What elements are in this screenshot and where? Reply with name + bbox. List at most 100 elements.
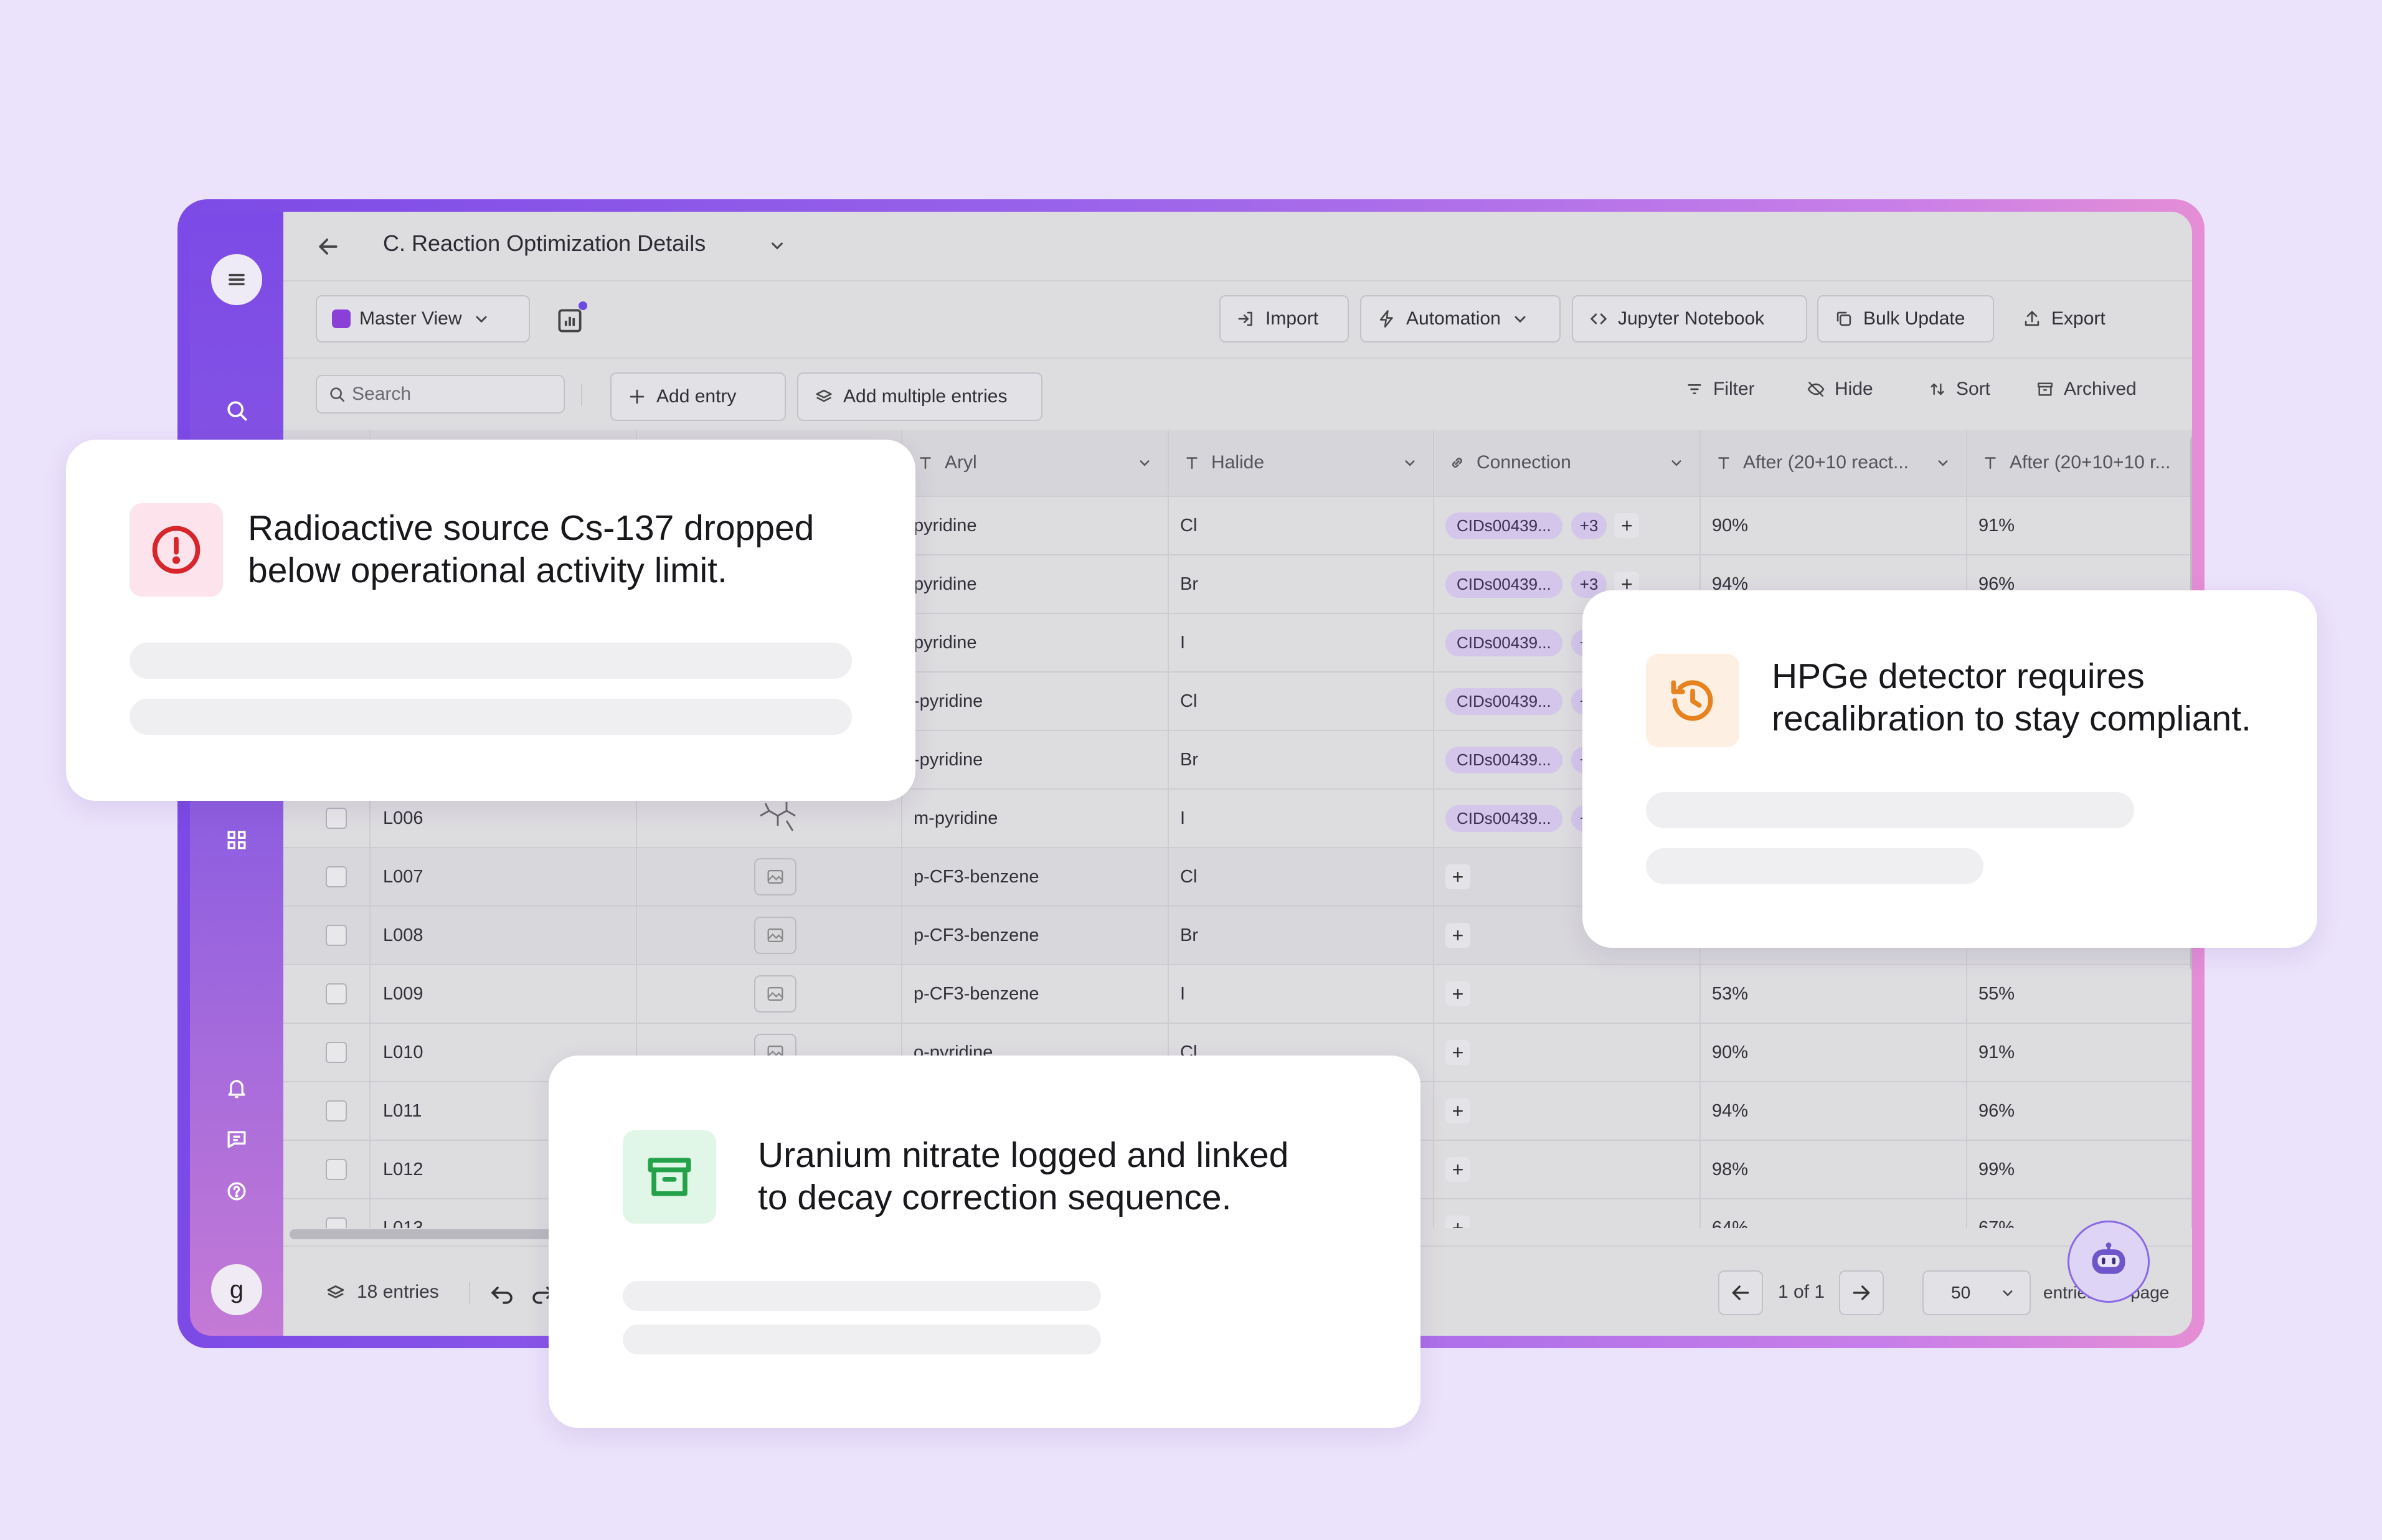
chevron-down-icon[interactable] bbox=[766, 234, 788, 257]
previous-page-button[interactable] bbox=[1718, 1270, 1763, 1315]
add-multiple-entries-button[interactable]: Add multiple entries bbox=[797, 372, 1042, 421]
connection-chip[interactable]: CIDs00439... bbox=[1445, 512, 1562, 539]
archived-button[interactable]: Archived bbox=[2035, 379, 2137, 400]
structure-cell[interactable] bbox=[637, 848, 902, 907]
row-checkbox[interactable] bbox=[326, 1042, 347, 1063]
export-button[interactable]: Export bbox=[2005, 295, 2136, 342]
connection-cell[interactable]: + bbox=[1434, 1024, 1701, 1082]
column-header-halide[interactable]: Halide bbox=[1169, 430, 1434, 497]
help-button[interactable] bbox=[211, 1166, 262, 1217]
connection-chip[interactable]: CIDs00439... bbox=[1445, 687, 1562, 715]
sidebar-search-button[interactable] bbox=[211, 385, 262, 436]
table-cell-aryl[interactable]: p-CF3-benzene bbox=[902, 907, 1169, 965]
notification-card-archive[interactable]: Uranium nitrate logged and linked to dec… bbox=[549, 1056, 1420, 1428]
table-cell-halide[interactable]: Br bbox=[1169, 907, 1434, 965]
connection-chip[interactable]: CIDs00439... bbox=[1445, 805, 1562, 832]
table-cell-after2[interactable]: 91% bbox=[1967, 497, 2192, 555]
messages-button[interactable] bbox=[211, 1113, 262, 1164]
sidebar-apps-button[interactable] bbox=[211, 815, 262, 866]
table-cell-aryl[interactable]: pyridine bbox=[902, 614, 1169, 673]
add-connection-button[interactable]: + bbox=[1445, 1098, 1470, 1123]
row-checkbox[interactable] bbox=[326, 808, 347, 829]
table-cell-after2[interactable]: 99% bbox=[1967, 1141, 2192, 1199]
add-connection-button[interactable]: + bbox=[1445, 981, 1470, 1006]
add-connection-button[interactable]: + bbox=[1445, 1157, 1470, 1182]
image-placeholder[interactable] bbox=[754, 975, 796, 1013]
search-input[interactable]: Search bbox=[316, 375, 565, 413]
row-checkbox[interactable] bbox=[326, 866, 347, 887]
table-cell-halide[interactable]: Br bbox=[1169, 555, 1434, 614]
image-placeholder[interactable] bbox=[754, 917, 796, 954]
add-connection-button[interactable]: + bbox=[1445, 1040, 1470, 1065]
jupyter-notebook-button[interactable]: Jupyter Notebook bbox=[1572, 295, 1807, 342]
hide-button[interactable]: Hide bbox=[1806, 379, 1873, 400]
add-connection-button[interactable]: + bbox=[1614, 513, 1640, 538]
table-cell-aryl[interactable]: pyridine bbox=[902, 497, 1169, 555]
more-connections-chip[interactable]: +3 bbox=[1571, 512, 1607, 539]
notification-card-alert[interactable]: Radioactive source Cs-137 dropped below … bbox=[66, 440, 915, 801]
table-cell-halide[interactable]: I bbox=[1169, 965, 1434, 1024]
table-cell-after1[interactable]: 90% bbox=[1701, 1024, 1967, 1082]
add-entry-button[interactable]: Add entry bbox=[610, 372, 786, 421]
connection-cell[interactable]: + bbox=[1434, 1199, 1701, 1228]
add-connection-button[interactable]: + bbox=[1445, 923, 1470, 948]
connection-cell[interactable]: CIDs00439... +3 + bbox=[1434, 497, 1701, 555]
structure-cell[interactable] bbox=[637, 965, 902, 1024]
table-cell-aryl[interactable]: p-CF3-benzene bbox=[902, 848, 1169, 907]
table-cell-aryl[interactable]: pyridine bbox=[902, 555, 1169, 614]
row-checkbox[interactable] bbox=[326, 1159, 347, 1180]
connection-cell[interactable]: + bbox=[1434, 1082, 1701, 1141]
connection-chip[interactable]: CIDs00439... bbox=[1445, 629, 1562, 656]
table-cell-id[interactable]: L009 bbox=[371, 965, 637, 1024]
row-checkbox[interactable] bbox=[326, 1217, 347, 1228]
automation-button[interactable]: Automation bbox=[1360, 295, 1561, 342]
table-cell-after2[interactable]: 91% bbox=[1967, 1024, 2192, 1082]
row-checkbox[interactable] bbox=[326, 983, 347, 1004]
add-connection-button[interactable]: + bbox=[1445, 1216, 1470, 1228]
image-placeholder[interactable] bbox=[754, 858, 796, 895]
table-cell-after1[interactable]: 64% bbox=[1701, 1199, 1967, 1228]
table-cell-after2[interactable]: 67% bbox=[1967, 1199, 2192, 1228]
add-connection-button[interactable]: + bbox=[1445, 864, 1470, 889]
undo-icon[interactable] bbox=[488, 1278, 518, 1308]
table-cell-after1[interactable]: 94% bbox=[1701, 1082, 1967, 1141]
import-button[interactable]: Import bbox=[1219, 295, 1349, 342]
next-page-button[interactable] bbox=[1839, 1270, 1884, 1315]
table-cell-id[interactable]: L007 bbox=[371, 848, 637, 907]
filter-button[interactable]: Filter bbox=[1685, 379, 1755, 400]
table-cell-after2[interactable]: 55% bbox=[1967, 965, 2192, 1024]
connection-cell[interactable]: + bbox=[1434, 965, 1701, 1024]
table-cell-halide[interactable]: Cl bbox=[1169, 673, 1434, 731]
table-cell-halide[interactable]: I bbox=[1169, 614, 1434, 673]
avatar[interactable]: g bbox=[211, 1264, 262, 1315]
column-header-connection[interactable]: Connection bbox=[1434, 430, 1701, 497]
view-selector[interactable]: Master View bbox=[316, 295, 530, 342]
column-header-after-1[interactable]: After (20+10 react... bbox=[1701, 430, 1967, 497]
structure-cell[interactable] bbox=[637, 907, 902, 965]
table-cell-halide[interactable]: Br bbox=[1169, 731, 1434, 790]
notifications-button[interactable] bbox=[211, 1062, 262, 1113]
table-cell-after1[interactable]: 53% bbox=[1701, 965, 1967, 1024]
connection-chip[interactable]: CIDs00439... bbox=[1445, 570, 1562, 598]
menu-button[interactable] bbox=[211, 254, 262, 305]
connection-chip[interactable]: CIDs00439... bbox=[1445, 746, 1562, 773]
table-cell-halide[interactable]: Cl bbox=[1169, 848, 1434, 907]
notification-card-calibration[interactable]: HPGe detector requires recalibration to … bbox=[1582, 590, 2317, 948]
row-checkbox[interactable] bbox=[326, 1100, 347, 1122]
table-cell-aryl[interactable]: -pyridine bbox=[902, 673, 1169, 731]
per-page-select[interactable]: 50 bbox=[1922, 1270, 2031, 1315]
table-cell-id[interactable]: L008 bbox=[371, 907, 637, 965]
table-cell-after1[interactable]: 98% bbox=[1701, 1141, 1967, 1199]
table-cell-halide[interactable]: Cl bbox=[1169, 497, 1434, 555]
column-header-after-2[interactable]: After (20+10+10 r... bbox=[1967, 430, 2192, 497]
back-arrow-icon[interactable] bbox=[314, 233, 342, 260]
table-row[interactable]: L009 p-CF3-benzene I +53% 55% bbox=[283, 965, 2192, 1024]
table-cell-halide[interactable]: I bbox=[1169, 790, 1434, 848]
sort-button[interactable]: Sort bbox=[1927, 379, 1990, 400]
column-header-aryl[interactable]: Aryl bbox=[902, 430, 1169, 497]
connection-cell[interactable]: + bbox=[1434, 1141, 1701, 1199]
assistant-button[interactable] bbox=[2068, 1221, 2150, 1303]
row-checkbox[interactable] bbox=[326, 925, 347, 946]
bulk-update-button[interactable]: Bulk Update bbox=[1817, 295, 1994, 342]
table-cell-aryl[interactable]: m-pyridine bbox=[902, 790, 1169, 848]
